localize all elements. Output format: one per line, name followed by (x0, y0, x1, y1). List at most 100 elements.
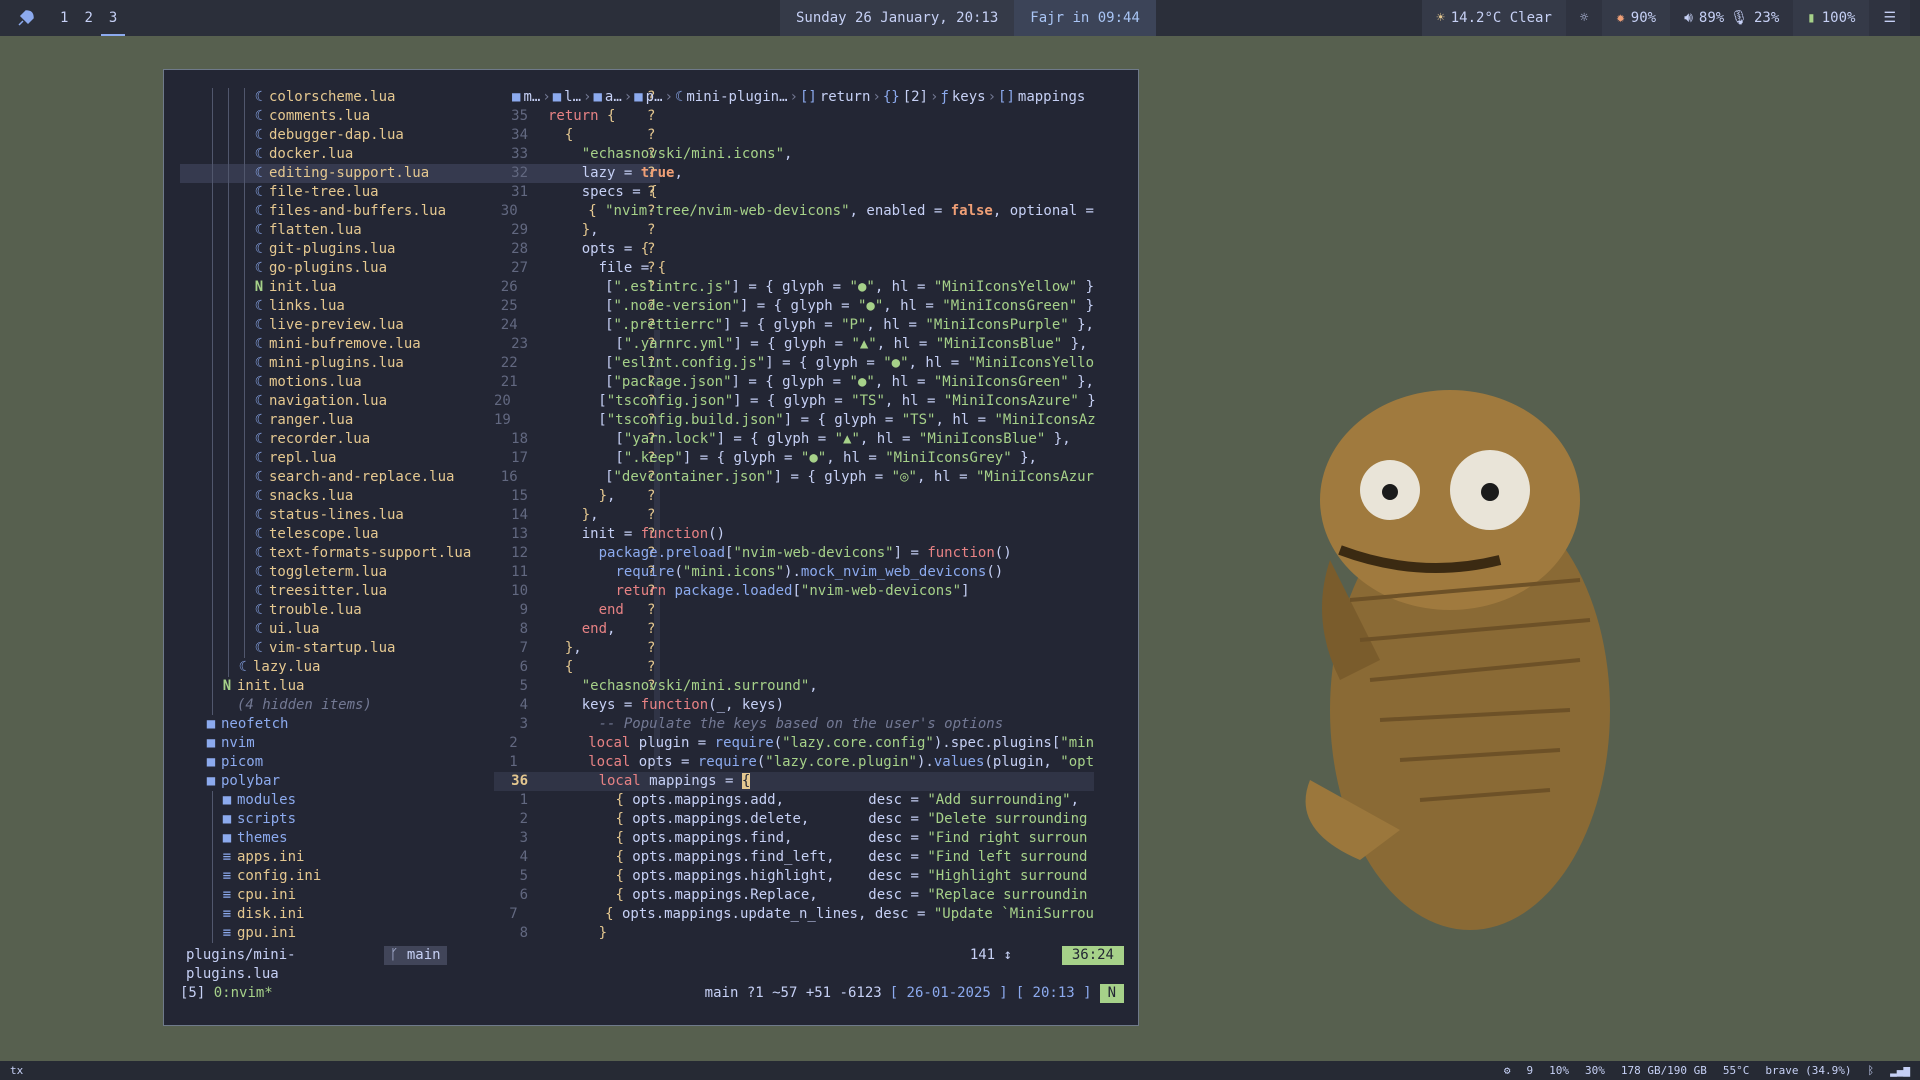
code-line[interactable]: 4 { opts.mappings.find_left, desc = "Fin… (494, 848, 1094, 867)
breadcrumb-item[interactable]: [2] (903, 89, 928, 105)
volume-widget[interactable]: 🔊︎ 89% 🎙︎ 23% (1670, 0, 1794, 36)
code-line[interactable]: 33 "echasnovski/mini.icons", (494, 145, 1094, 164)
code-line[interactable]: 6 { (494, 658, 1094, 677)
code-line[interactable]: 32 lazy = true, (494, 164, 1094, 183)
indent-guide (212, 88, 213, 107)
breadcrumb-item[interactable]: m… (523, 89, 540, 105)
code-line[interactable]: 4 keys = function(_, keys) (494, 696, 1094, 715)
indent-guide (212, 430, 213, 449)
code-editor[interactable]: 35 return {34 {33 "echasnovski/mini.icons… (494, 107, 1096, 943)
code-text: { opts.mappings.find_left, desc = "Find … (615, 849, 1088, 865)
code-line[interactable]: 29 }, (494, 221, 1094, 240)
workspace-1[interactable]: 1 (52, 0, 76, 36)
tmux-window-name[interactable]: 0:nvim* (214, 985, 273, 1001)
tree-item-label: mini-bufremove.lua (269, 336, 421, 352)
brightness-widget[interactable]: ✹ 90% (1602, 0, 1671, 36)
clock[interactable]: Sunday 26 January, 20:13 (780, 0, 1015, 36)
code-line[interactable]: 3 { opts.mappings.find, desc = "Find rig… (494, 829, 1094, 848)
bottom-panel: tx ⚙ 9 10% 30% 178 GB/190 GB 55°C brave … (0, 1061, 1920, 1080)
workspace-2[interactable]: 2 (76, 0, 100, 36)
code-line[interactable]: 1 { opts.mappings.add, desc = "Add surro… (494, 791, 1094, 810)
code-line[interactable]: 36 local mappings = { (494, 772, 1094, 791)
code-line[interactable]: 11 require("mini.icons").mock_nvim_web_d… (494, 563, 1094, 582)
line-number: 27 (511, 260, 528, 276)
code-line[interactable]: 19 ["tsconfig.build.json"] = { glyph = "… (494, 411, 1096, 430)
code-line[interactable]: 35 return { (494, 107, 1094, 126)
code-line[interactable]: 28 opts = { (494, 240, 1094, 259)
code-line[interactable]: 2 local plugin = require("lazy.core.conf… (494, 734, 1094, 753)
code-line[interactable]: 1 local opts = require("lazy.core.plugin… (494, 753, 1094, 772)
code-line[interactable]: 21 ["package.json"] = { glyph = "●", hl … (494, 373, 1094, 392)
theme-toggle[interactable]: ☼ (1565, 0, 1603, 36)
code-line[interactable]: 22 ["eslint.config.js"] = { glyph = "●",… (494, 354, 1094, 373)
code-line[interactable]: 7 { opts.mappings.update_n_lines, desc =… (494, 905, 1094, 924)
code-line[interactable]: 10 return package.loaded["nvim-web-devic… (494, 582, 1094, 601)
code-text: }, (564, 640, 582, 656)
tree-item-label: links.lua (269, 298, 345, 314)
cursor-position: 36:24 (1061, 946, 1124, 965)
code-line[interactable]: 2 { opts.mappings.delete, desc = "Delete… (494, 810, 1094, 829)
tree-item-label: motions.lua (269, 374, 362, 390)
breadcrumb-separator: › (664, 89, 673, 105)
rocket-launcher-icon[interactable] (16, 8, 36, 28)
code-line[interactable]: 15 }, (494, 487, 1094, 506)
line-number: 32 (511, 165, 528, 181)
code-line[interactable]: 6 { opts.mappings.Replace, desc = "Repla… (494, 886, 1094, 905)
menu-button[interactable]: ☰ (1869, 0, 1910, 36)
code-line[interactable]: 30 { "nvim-tree/nvim-web-devicons", enab… (494, 202, 1094, 221)
breadcrumb-item[interactable]: mini-plugin… (686, 89, 787, 105)
code-line[interactable]: 12 package.preload["nvim-web-devicons"] … (494, 544, 1094, 563)
breadcrumb-item[interactable]: keys (952, 89, 986, 105)
code-line[interactable]: 31 specs = { (494, 183, 1094, 202)
line-number: 25 (500, 298, 518, 314)
active-window[interactable]: brave (34.9%) (1765, 1061, 1851, 1080)
code-text: }, (581, 507, 599, 523)
network-icon[interactable]: ▂▄▆ (1890, 1061, 1910, 1080)
code-line[interactable]: 26 [".eslintrc.js"] = { glyph = "●", hl … (494, 278, 1094, 297)
code-line[interactable]: 20 ["tsconfig.json"] = { glyph = "TS", h… (494, 392, 1096, 411)
code-line[interactable]: 17 [".keep"] = { glyph = "●", hl = "Mini… (494, 449, 1094, 468)
indent-guide (244, 221, 245, 240)
terminal-window[interactable]: ☾ colorscheme.lua? ☾ comments.lua? ☾ debugger… (163, 69, 1139, 1026)
workspace-3[interactable]: 3 (100, 0, 126, 36)
code-line[interactable]: 5 "echasnovski/mini.surround", (494, 677, 1094, 696)
code-line[interactable]: 5 { opts.mappings.highlight, desc = "Hig… (494, 867, 1094, 886)
breadcrumb-item[interactable]: l… (564, 89, 581, 105)
breadcrumb-item[interactable]: a… (605, 89, 622, 105)
code-text: require("mini.icons").mock_nvim_web_devi… (615, 564, 1004, 580)
lua-file-icon: ☾ (254, 374, 264, 390)
code-line[interactable]: 34 { (494, 126, 1094, 145)
lua-file-icon: ☾ (238, 659, 248, 675)
git-branch-icon: ᚴ (390, 947, 407, 963)
indent-guide (212, 259, 213, 278)
line-number: 21 (500, 374, 518, 390)
line-number: 3 (519, 830, 528, 846)
code-line[interactable]: 23 [".yarnrc.yml"] = { glyph = "▲", hl =… (494, 335, 1094, 354)
breadcrumb-item[interactable]: return (820, 89, 871, 105)
code-text: { opts.mappings.delete, desc = "Delete s… (615, 811, 1088, 827)
code-line[interactable]: 25 [".node-version"] = { glyph = "●", hl… (494, 297, 1094, 316)
breadcrumb-item[interactable]: mappings (1018, 89, 1085, 105)
code-text: specs = { (548, 184, 658, 200)
code-line[interactable]: 3 -- Populate the keys based on the user… (494, 715, 1094, 734)
code-line[interactable]: 14 }, (494, 506, 1094, 525)
neovim-file-icon: N (254, 279, 264, 295)
tree-item-label: ui.lua (269, 621, 320, 637)
code-line[interactable]: 27 file = { (494, 259, 1094, 278)
menu-icon[interactable]: ☰ (1883, 0, 1896, 36)
lua-file-icon: ☾ (254, 507, 264, 523)
code-line[interactable]: 8 } (494, 924, 1094, 943)
code-text: -- Populate the keys based on the user's… (598, 716, 1004, 732)
code-line[interactable]: 24 [".prettierrc"] = { glyph = "P", hl =… (494, 316, 1094, 335)
code-line[interactable]: 9 end (494, 601, 1094, 620)
code-line[interactable]: 13 init = function() (494, 525, 1094, 544)
breadcrumb-item[interactable]: p… (646, 89, 663, 105)
code-line[interactable]: 8 end, (494, 620, 1094, 639)
code-line[interactable]: 18 ["yarn.lock"] = { glyph = "▲", hl = "… (494, 430, 1094, 449)
brightness-icon[interactable]: ☼ (1580, 0, 1588, 36)
breadcrumb-separator: › (542, 89, 551, 105)
code-line[interactable]: 7 }, (494, 639, 1094, 658)
indent-guide (228, 297, 229, 316)
bluetooth-icon[interactable]: ᛒ (1868, 1061, 1875, 1080)
code-line[interactable]: 16 ["devcontainer.json"] = { glyph = "◎"… (494, 468, 1094, 487)
